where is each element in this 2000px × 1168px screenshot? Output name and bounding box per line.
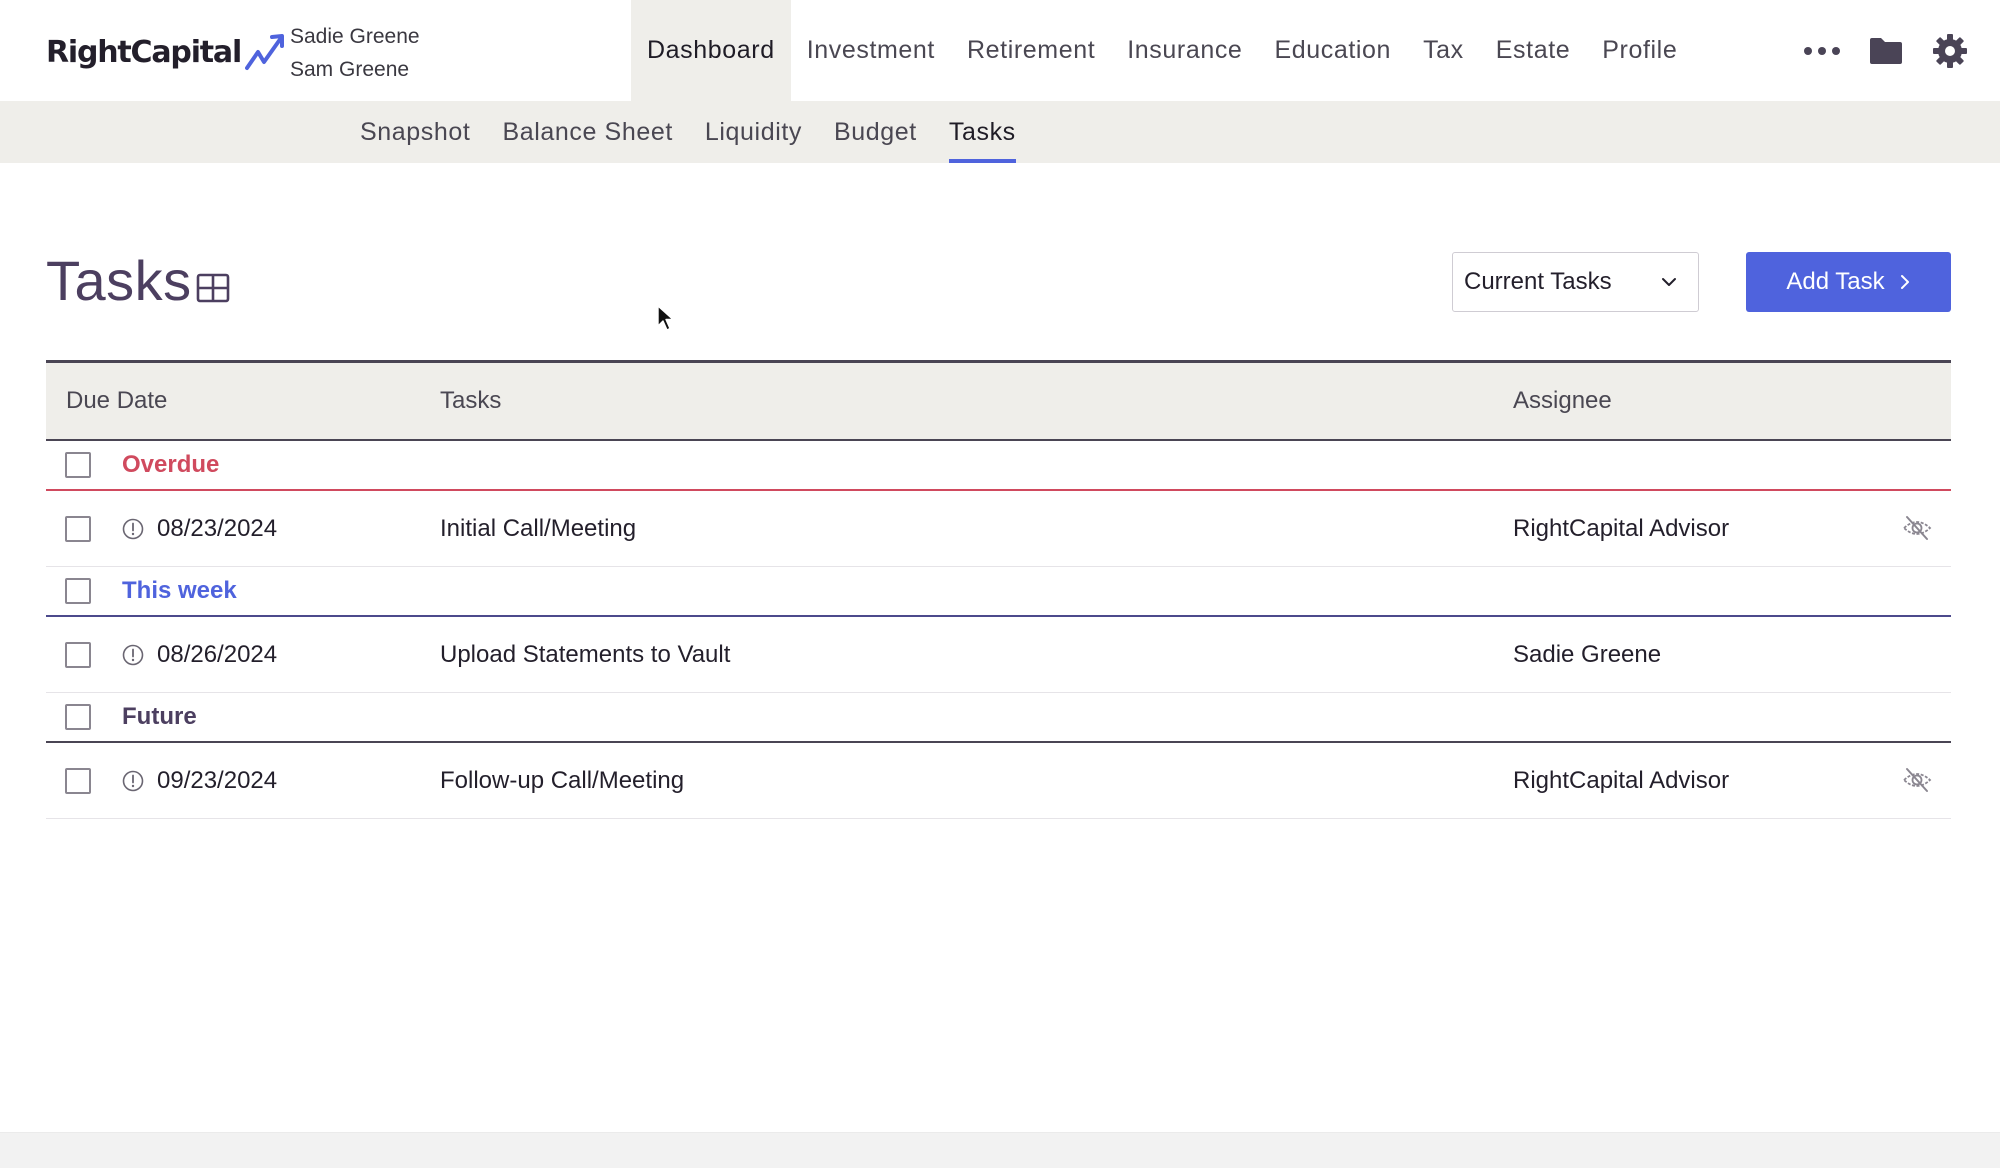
task-assignee: Sadie Greene xyxy=(1513,641,1662,668)
task-due-date: 08/23/2024 xyxy=(157,515,278,542)
table-view-icon[interactable] xyxy=(196,273,230,303)
task-name[interactable]: Initial Call/Meeting xyxy=(440,491,636,567)
top-nav-bar: RightCapital Sadie Greene Sam Greene Das… xyxy=(0,0,2000,101)
subnav-balance-sheet[interactable]: Balance Sheet xyxy=(486,101,688,163)
chevron-down-icon xyxy=(1662,278,1676,286)
table-row[interactable]: 08/23/2024 Initial Call/Meeting RightCap… xyxy=(46,491,1951,567)
column-header-assignee[interactable]: Assignee xyxy=(1513,363,1612,439)
subnav-snapshot[interactable]: Snapshot xyxy=(344,101,486,163)
column-header-due-date[interactable]: Due Date xyxy=(66,363,167,439)
table-header: Due Date Tasks Assignee xyxy=(46,360,1951,441)
client-name-secondary: Sam Greene xyxy=(290,58,410,81)
sub-nav-bar: Snapshot Balance Sheet Liquidity Budget … xyxy=(0,101,2000,163)
tasks-table: Due Date Tasks Assignee Overdue 08/23/20… xyxy=(46,360,1951,819)
hidden-eye-icon[interactable] xyxy=(1902,515,1932,541)
group-checkbox-this-week[interactable] xyxy=(65,578,91,604)
group-label-this-week: This week xyxy=(122,577,237,604)
task-name[interactable]: Follow-up Call/Meeting xyxy=(440,743,684,819)
group-label-overdue: Overdue xyxy=(122,451,220,478)
nav-insurance[interactable]: Insurance xyxy=(1111,0,1258,101)
bottom-strip xyxy=(0,1132,2000,1168)
rightcapital-logo[interactable]: RightCapital xyxy=(46,30,287,74)
table-row[interactable]: 09/23/2024 Follow-up Call/Meeting RightC… xyxy=(46,743,1951,819)
nav-investment[interactable]: Investment xyxy=(791,0,951,101)
chevron-right-icon xyxy=(1900,275,1909,289)
add-task-button[interactable]: Add Task xyxy=(1746,252,1951,312)
add-task-label: Add Task xyxy=(1786,268,1885,295)
group-checkbox-overdue[interactable] xyxy=(65,452,91,478)
table-row[interactable]: 08/26/2024 Upload Statements to Vault Sa… xyxy=(46,617,1951,693)
nav-dashboard[interactable]: Dashboard xyxy=(631,0,791,101)
mouse-cursor-icon xyxy=(657,305,674,331)
nav-profile[interactable]: Profile xyxy=(1586,0,1693,101)
column-header-tasks[interactable]: Tasks xyxy=(440,363,501,439)
task-name[interactable]: Upload Statements to Vault xyxy=(440,617,730,693)
subnav-budget[interactable]: Budget xyxy=(818,101,933,163)
task-checkbox[interactable] xyxy=(65,768,91,794)
more-dots-icon[interactable] xyxy=(1790,19,1854,83)
group-label-future: Future xyxy=(122,703,197,730)
nav-education[interactable]: Education xyxy=(1258,0,1407,101)
alert-clock-icon xyxy=(122,770,144,792)
nav-tax[interactable]: Tax xyxy=(1407,0,1480,101)
task-filter-value: Current Tasks xyxy=(1464,268,1612,295)
task-due-date: 09/23/2024 xyxy=(157,767,278,794)
task-checkbox[interactable] xyxy=(65,642,91,668)
group-row-overdue: Overdue xyxy=(46,441,1951,491)
group-checkbox-future[interactable] xyxy=(65,704,91,730)
alert-clock-icon xyxy=(122,644,144,666)
hidden-eye-icon[interactable] xyxy=(1902,767,1932,793)
gear-icon[interactable] xyxy=(1918,19,1982,83)
task-checkbox[interactable] xyxy=(65,516,91,542)
alert-clock-icon xyxy=(122,518,144,540)
top-icon-group xyxy=(1790,0,1982,101)
group-row-future: Future xyxy=(46,693,1951,743)
page-title: Tasks xyxy=(46,249,192,312)
nav-retirement[interactable]: Retirement xyxy=(951,0,1111,101)
subnav-liquidity[interactable]: Liquidity xyxy=(689,101,818,163)
folder-icon[interactable] xyxy=(1854,19,1918,83)
client-name-primary: Sadie Greene xyxy=(290,25,420,48)
trend-arrow-icon xyxy=(245,34,285,70)
logo-text: RightCapital xyxy=(46,34,242,70)
client-names[interactable]: Sadie Greene Sam Greene xyxy=(290,20,420,86)
main-nav: Dashboard Investment Retirement Insuranc… xyxy=(631,0,1693,101)
task-assignee: RightCapital Advisor xyxy=(1513,767,1730,794)
subnav-tasks[interactable]: Tasks xyxy=(933,101,1032,163)
task-due-date: 08/26/2024 xyxy=(157,641,278,668)
nav-estate[interactable]: Estate xyxy=(1480,0,1586,101)
group-row-this-week: This week xyxy=(46,567,1951,617)
task-filter-select[interactable]: Current Tasks xyxy=(1452,252,1699,312)
task-assignee: RightCapital Advisor xyxy=(1513,515,1730,542)
